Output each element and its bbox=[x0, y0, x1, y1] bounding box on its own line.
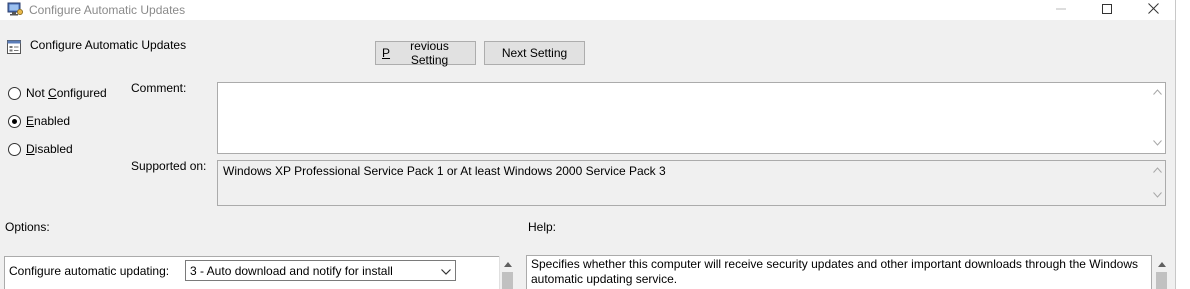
close-icon bbox=[1147, 3, 1159, 17]
radio-not-configured[interactable]: Not Configured bbox=[8, 85, 107, 101]
configure-updating-select[interactable]: 3 - Auto download and notify for install bbox=[185, 260, 456, 281]
maximize-icon bbox=[1102, 3, 1112, 17]
chevron-up-icon[interactable] bbox=[1150, 87, 1164, 97]
next-setting-button[interactable]: Next Setting bbox=[484, 41, 585, 65]
radio-enabled[interactable]: Enabled bbox=[8, 113, 70, 129]
previous-setting-label: revious Setting bbox=[410, 39, 449, 67]
configure-updating-value: 3 - Auto download and notify for install bbox=[190, 263, 393, 278]
help-text: Specifies whether this computer will rec… bbox=[531, 257, 1138, 286]
previous-setting-accelerator: P bbox=[382, 46, 391, 60]
policy-setting-icon bbox=[6, 39, 22, 55]
radio-circle[interactable] bbox=[8, 86, 21, 100]
options-scrollbar-thumb[interactable] bbox=[502, 272, 513, 289]
comment-field[interactable] bbox=[217, 82, 1166, 154]
radio-enabled-label: Enabled bbox=[26, 114, 71, 128]
close-button[interactable] bbox=[1130, 0, 1176, 20]
background-edge bbox=[1176, 0, 1190, 289]
maximize-button[interactable] bbox=[1084, 0, 1130, 20]
supported-on-label: Supported on: bbox=[131, 159, 207, 173]
chevron-up-icon[interactable] bbox=[1150, 165, 1164, 175]
help-scrollbar-thumb[interactable] bbox=[1156, 272, 1167, 289]
dialog-body bbox=[0, 20, 1175, 289]
options-label: Options: bbox=[5, 220, 50, 234]
radio-disabled[interactable]: Disabled bbox=[8, 141, 73, 157]
chevron-down-icon bbox=[441, 264, 451, 278]
help-label: Help: bbox=[528, 220, 557, 234]
configure-updating-label: Configure automatic updating: bbox=[9, 264, 170, 278]
radio-circle[interactable] bbox=[8, 142, 21, 156]
scroll-up-arrow-icon[interactable] bbox=[1154, 258, 1169, 270]
radio-not-configured-label: Not Configured bbox=[26, 86, 107, 100]
minimize-button[interactable] bbox=[1038, 0, 1084, 20]
supported-on-value: Windows XP Professional Service Pack 1 o… bbox=[223, 164, 666, 178]
scroll-up-arrow-icon[interactable] bbox=[500, 258, 515, 270]
minimize-icon bbox=[1056, 3, 1066, 17]
window-title: Configure Automatic Updates bbox=[29, 3, 186, 17]
app-icon bbox=[7, 2, 23, 16]
chevron-down-icon[interactable] bbox=[1150, 138, 1164, 148]
radio-circle-selected[interactable] bbox=[8, 114, 21, 128]
chevron-down-icon[interactable] bbox=[1150, 190, 1164, 200]
radio-disabled-label: Disabled bbox=[26, 142, 73, 156]
previous-setting-button[interactable]: Previous Setting bbox=[375, 39, 476, 67]
policy-title: Configure Automatic Updates bbox=[30, 38, 187, 52]
comment-label: Comment: bbox=[131, 81, 187, 95]
